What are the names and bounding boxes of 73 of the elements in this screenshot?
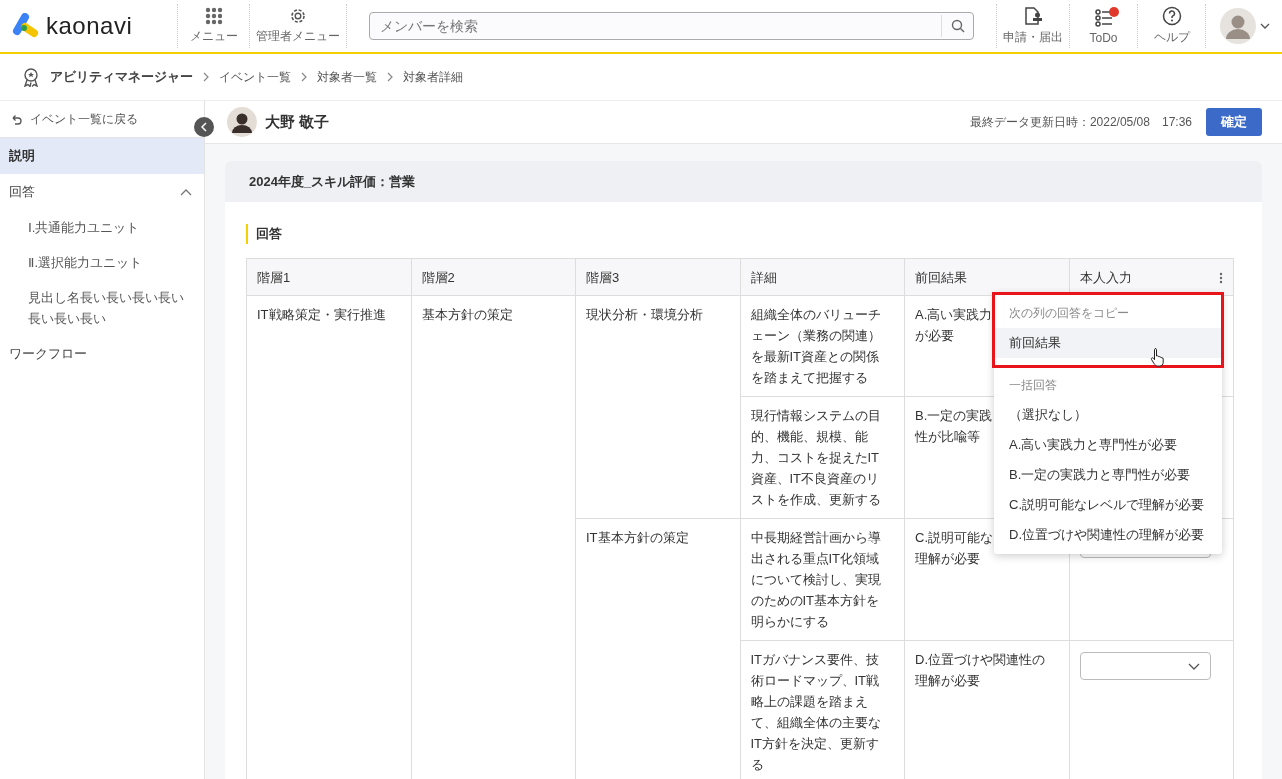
help-icon bbox=[1161, 6, 1182, 26]
cell-text: 理解が必要 bbox=[915, 548, 980, 569]
sidebar-item-label[interactable]: 回答 bbox=[9, 183, 35, 201]
chevron-down-icon[interactable] bbox=[1260, 23, 1270, 29]
nav-button[interactable]: 管理者メニュー bbox=[250, 4, 347, 48]
menu-item[interactable]: D.位置づけや関連性の理解が必要 bbox=[994, 520, 1222, 550]
column-header: 階層2 bbox=[411, 258, 576, 296]
search-field[interactable]: メンバーを検索 bbox=[369, 12, 974, 40]
table-cell: 現行情報システムの目的、機能、規模、能力、コストを捉えたIT資産、IT不良資産のリストを作成、更新する bbox=[740, 396, 905, 519]
menu-item[interactable]: B.一定の実践力と専門性が必要 bbox=[994, 460, 1222, 490]
document-stamp-icon bbox=[1023, 6, 1043, 26]
logo-text: kaonavi bbox=[46, 12, 133, 40]
nav-button[interactable]: ヘルプ bbox=[1138, 4, 1206, 48]
table-cell: 組織全体のバリューチェーン（業務の関連）を最新IT資産との関係を踏まえて把握する bbox=[740, 295, 905, 397]
table-cell: 現状分析・環境分析 bbox=[575, 295, 740, 519]
cell-text: 理解が必要 bbox=[915, 670, 980, 691]
back-link-text: イベント一覧に戻る bbox=[30, 110, 138, 128]
confirm-button[interactable]: 確定 bbox=[1206, 108, 1262, 136]
select-field[interactable] bbox=[1079, 652, 1211, 680]
undo-icon bbox=[10, 113, 22, 125]
grid-icon bbox=[204, 7, 223, 25]
chevron-right-icon bbox=[301, 72, 307, 82]
chevron-up-icon[interactable] bbox=[180, 188, 192, 196]
chevron-left-icon bbox=[201, 122, 207, 132]
avatar-icon[interactable] bbox=[1220, 8, 1256, 44]
table-cell: 中長期経営計画から導出される重点IT化領域について検討し、実現のためのIT基本方針を明らかにする bbox=[740, 518, 905, 641]
column-header: 詳細 bbox=[740, 258, 905, 296]
pointer-hand-icon bbox=[1150, 347, 1166, 367]
award-icon bbox=[22, 67, 40, 87]
checklist-icon bbox=[1093, 7, 1114, 28]
breadcrumb-link[interactable]: アビリティマネージャー bbox=[50, 68, 193, 86]
avatar-icon bbox=[227, 107, 257, 137]
settings-icon bbox=[289, 7, 307, 25]
nav-button[interactable]: メニュー bbox=[178, 4, 250, 48]
column-header: 階層3 bbox=[575, 258, 740, 296]
sidebar-item[interactable]: 説明 bbox=[0, 138, 204, 174]
person-name: 大野 敬子 bbox=[265, 112, 331, 132]
back-link[interactable]: イベント一覧に戻る bbox=[10, 110, 138, 128]
nav-button[interactable]: 申請・届出 bbox=[997, 4, 1070, 48]
cell-text: D.位置づけや関連性の bbox=[915, 649, 1045, 670]
breadcrumb-link[interactable]: 対象者詳細 bbox=[403, 68, 463, 86]
sidebar-item[interactable]: ワークフロー bbox=[0, 336, 204, 372]
cell-text: 性が比喩等 bbox=[915, 426, 980, 447]
menu-item[interactable]: 前回結果 bbox=[994, 328, 1222, 358]
sidebar-subitem[interactable]: Ⅱ.選択能力ユニット bbox=[0, 245, 204, 280]
menu-heading: 一括回答 bbox=[1008, 377, 1058, 394]
chevron-down-icon bbox=[1188, 662, 1200, 670]
last-updated: 最終データ更新日時：2022/05/08 17:36 bbox=[969, 113, 1192, 131]
column-header: 階層1 bbox=[246, 258, 411, 296]
breadcrumb-link[interactable]: イベント一覧 bbox=[219, 68, 291, 86]
menu-heading: 次の列の回答をコピー bbox=[1008, 305, 1130, 322]
breadcrumb-link[interactable]: 対象者一覧 bbox=[317, 68, 377, 86]
card-title: 2024年度_スキル評価：営業 bbox=[225, 161, 1262, 202]
collapse-button[interactable] bbox=[194, 117, 214, 137]
column-header-text: 本人入力 bbox=[1079, 269, 1132, 287]
table-cell: IT戦略策定・実行推進 bbox=[246, 295, 411, 779]
sidebar-subitem[interactable]: 見出し名長い長い長い長い長い長い長い bbox=[0, 280, 204, 336]
cell-text: A.高い実践力 bbox=[915, 304, 993, 325]
search-icon bbox=[950, 19, 965, 33]
cell-text: C.説明可能な bbox=[915, 527, 993, 548]
menu-item[interactable]: C.説明可能なレベルで理解が必要 bbox=[994, 490, 1222, 520]
menu-item[interactable]: A.高い実践力と専門性が必要 bbox=[994, 430, 1222, 460]
chevron-right-icon bbox=[387, 72, 393, 82]
more-icon[interactable] bbox=[1219, 271, 1223, 284]
cell-text: B.一定の実践 bbox=[915, 405, 993, 426]
menu-item[interactable]: （選択なし） bbox=[994, 400, 1222, 430]
column-header: 前回結果 bbox=[904, 258, 1069, 296]
nav-button[interactable]: ToDo bbox=[1070, 4, 1138, 48]
section-title: 回答 bbox=[246, 224, 1235, 244]
chevron-right-icon bbox=[203, 72, 209, 82]
logo-icon bbox=[12, 13, 40, 39]
sidebar-subitem[interactable]: Ⅰ.共通能力ユニット bbox=[0, 210, 204, 245]
cell-text: が必要 bbox=[915, 325, 954, 346]
